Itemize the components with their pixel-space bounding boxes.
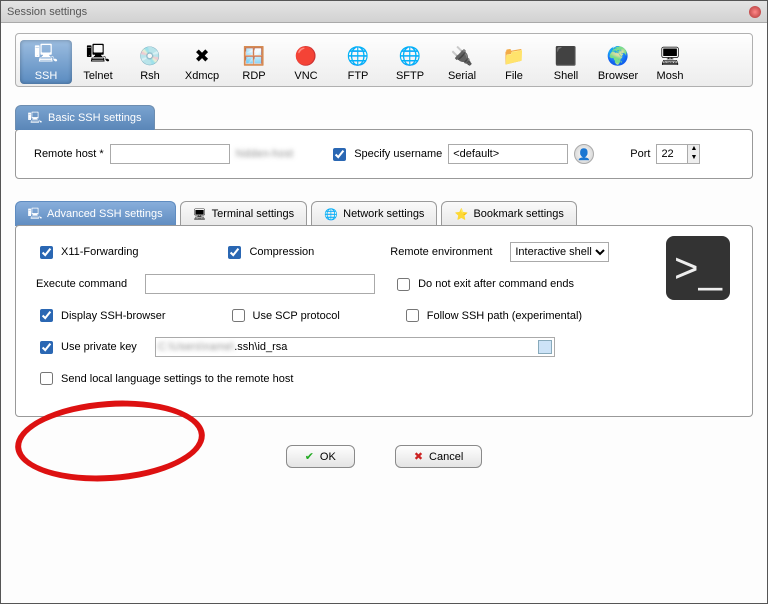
x11-forwarding-checkbox[interactable] [40, 246, 53, 259]
globe-icon: 🌐 [324, 207, 338, 221]
shell-icon: ⬛ [552, 44, 580, 68]
specify-username-label: Specify username [354, 148, 442, 160]
compression-label: Compression [249, 246, 314, 258]
specify-username-checkbox[interactable] [333, 148, 346, 161]
tab-network-settings[interactable]: 🌐Network settings [311, 201, 437, 226]
ftp-icon: 🌐 [344, 44, 372, 68]
browse-key-button[interactable] [538, 340, 552, 354]
private-key-path-field[interactable]: C:\Users\name\ .ssh\id_rsa [155, 337, 555, 357]
execute-command-input[interactable] [145, 274, 375, 294]
protocol-ssh[interactable]: 🖳SSH [20, 40, 72, 84]
dialog-buttons: ✔OK ✖Cancel [15, 445, 753, 468]
private-key-path-value: .ssh\id_rsa [234, 341, 287, 353]
protocol-ftp[interactable]: 🌐FTP [332, 40, 384, 84]
basic-ssh-tab: 🖳 Basic SSH settings [15, 105, 155, 130]
remote-host-label: Remote host * [34, 148, 104, 160]
window-title: Session settings [7, 6, 87, 18]
protocol-telnet[interactable]: 🖳Telnet [72, 40, 124, 84]
sftp-icon: 🌐 [396, 44, 424, 68]
tab-advanced-ssh[interactable]: 🖳Advanced SSH settings [15, 201, 176, 226]
serial-icon: 🔌 [448, 44, 476, 68]
terminal-icon: 🖳 [28, 207, 42, 221]
use-scp-label: Use SCP protocol [253, 310, 340, 322]
send-lang-label: Send local language settings to the remo… [61, 373, 293, 385]
basic-ssh-box: Remote host * hidden-host Specify userna… [15, 129, 753, 179]
remote-env-select[interactable]: Interactive shell [510, 242, 609, 262]
username-input[interactable] [448, 144, 568, 164]
no-exit-label: Do not exit after command ends [418, 278, 574, 290]
basic-tab-label: Basic SSH settings [48, 112, 142, 124]
rsh-icon: 💿 [136, 44, 164, 68]
monitor-icon: 🖥 [193, 207, 207, 221]
protocol-serial[interactable]: 🔌Serial [436, 40, 488, 84]
protocol-file[interactable]: 📁File [488, 40, 540, 84]
display-ssh-browser-checkbox[interactable] [40, 309, 53, 322]
ssh-icon: 🖳 [32, 44, 60, 68]
follow-ssh-path-checkbox[interactable] [406, 309, 419, 322]
use-scp-checkbox[interactable] [232, 309, 245, 322]
protocol-rsh[interactable]: 💿Rsh [124, 40, 176, 84]
rdp-icon: 🪟 [240, 44, 268, 68]
cancel-button[interactable]: ✖Cancel [395, 445, 482, 468]
protocol-toolbar: 🖳SSH 🖳Telnet 💿Rsh ✖Xdmcp 🪟RDP 🔴VNC 🌐FTP … [15, 33, 753, 87]
protocol-rdp[interactable]: 🪟RDP [228, 40, 280, 84]
use-private-key-checkbox[interactable] [40, 341, 53, 354]
x11-forwarding-label: X11-Forwarding [61, 246, 138, 258]
send-lang-checkbox[interactable] [40, 372, 53, 385]
session-settings-window: Session settings 🖳SSH 🖳Telnet 💿Rsh ✖Xdmc… [0, 0, 768, 604]
ok-button[interactable]: ✔OK [286, 445, 355, 468]
browser-icon: 🌍 [604, 44, 632, 68]
close-icon[interactable] [749, 6, 761, 18]
execute-command-label: Execute command [36, 278, 127, 290]
no-exit-checkbox[interactable] [397, 278, 410, 291]
protocol-vnc[interactable]: 🔴VNC [280, 40, 332, 84]
xdmcp-icon: ✖ [188, 44, 216, 68]
tab-terminal-settings[interactable]: 🖥Terminal settings [180, 201, 308, 226]
port-input[interactable] [657, 145, 687, 163]
titlebar: Session settings [1, 1, 767, 23]
protocol-browser[interactable]: 🌍Browser [592, 40, 644, 84]
telnet-icon: 🖳 [84, 44, 112, 68]
protocol-xdmcp[interactable]: ✖Xdmcp [176, 40, 228, 84]
remote-env-label: Remote environment [390, 246, 492, 258]
ssh-key-illustration-icon: >_ [666, 236, 730, 300]
star-icon: ⭐ [454, 207, 468, 221]
user-picker-button[interactable]: 👤 [574, 144, 594, 164]
remote-host-input[interactable] [110, 144, 230, 164]
mosh-icon: 🖥 [656, 44, 684, 68]
protocol-sftp[interactable]: 🌐SFTP [384, 40, 436, 84]
vnc-icon: 🔴 [292, 44, 320, 68]
remote-host-blurred: hidden-host [236, 148, 294, 160]
port-up-icon[interactable]: ▲ [687, 145, 699, 154]
protocol-mosh[interactable]: 🖥Mosh [644, 40, 696, 84]
protocol-shell[interactable]: ⬛Shell [540, 40, 592, 84]
advanced-ssh-box: >_ X11-Forwarding Compression Remote env… [15, 225, 753, 417]
use-private-key-label: Use private key [61, 341, 137, 353]
file-icon: 📁 [500, 44, 528, 68]
port-spinner[interactable]: ▲▼ [656, 144, 700, 164]
display-ssh-browser-label: Display SSH-browser [61, 310, 166, 322]
terminal-icon: 🖳 [28, 111, 42, 125]
advanced-tabs: 🖳Advanced SSH settings 🖥Terminal setting… [15, 201, 753, 226]
compression-checkbox[interactable] [228, 246, 241, 259]
port-down-icon[interactable]: ▼ [687, 154, 699, 163]
port-label: Port [630, 148, 650, 160]
cross-icon: ✖ [414, 450, 423, 463]
follow-ssh-path-label: Follow SSH path (experimental) [427, 310, 582, 322]
tab-bookmark-settings[interactable]: ⭐Bookmark settings [441, 201, 576, 226]
check-icon: ✔ [305, 450, 314, 463]
